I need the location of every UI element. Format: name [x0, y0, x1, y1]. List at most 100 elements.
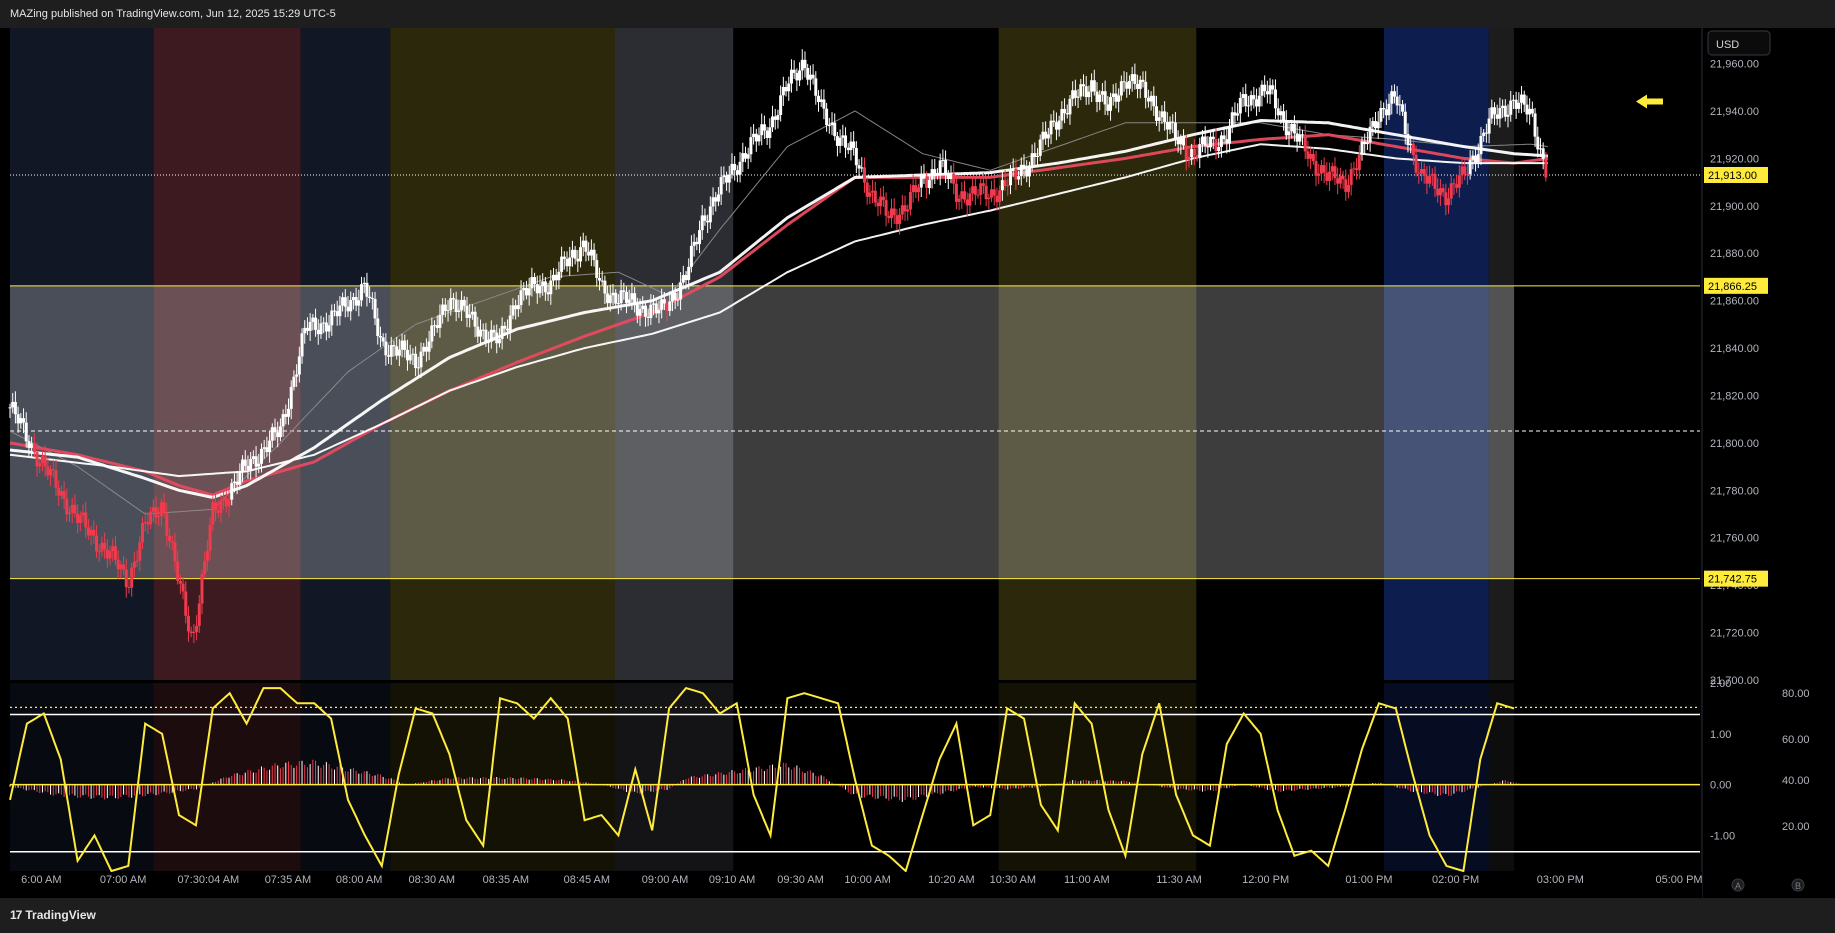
candle-body: [370, 297, 374, 299]
candle-body: [944, 159, 948, 175]
candle-body: [825, 108, 829, 126]
candle-body: [392, 345, 396, 347]
candle-body: [735, 170, 739, 175]
candle-body: [1063, 108, 1067, 114]
candle-body: [957, 198, 961, 202]
candle-body: [59, 491, 63, 496]
candle-body: [819, 99, 823, 103]
candle-body: [470, 311, 474, 315]
candle-body: [186, 615, 190, 632]
candle-body: [611, 292, 615, 296]
candle-body: [403, 340, 407, 350]
candle-body: [1409, 143, 1413, 146]
candle-body: [852, 141, 856, 148]
session-band-osc: [153, 683, 301, 871]
candle-body: [1109, 96, 1113, 111]
candle-body: [784, 86, 788, 92]
candle-body: [78, 515, 82, 524]
candle-body: [1476, 154, 1480, 163]
candle-body: [249, 458, 253, 470]
candle-body: [689, 245, 693, 267]
candle-body: [105, 549, 109, 559]
candle-body: [1165, 122, 1169, 130]
candle-body: [1368, 126, 1372, 143]
candle-body: [1241, 94, 1245, 98]
candle-body: [149, 511, 153, 525]
candle-body: [917, 187, 921, 193]
candle-body: [968, 193, 972, 206]
candle-body: [1498, 108, 1502, 119]
candle-body: [738, 161, 742, 175]
tradingview-logo[interactable]: 17 TradingView: [10, 908, 96, 922]
candle-body: [427, 341, 431, 352]
candle-body: [1027, 165, 1031, 177]
price-tick: 21,920.00: [1710, 153, 1759, 165]
candle-body: [254, 456, 258, 467]
candle-body: [319, 323, 323, 335]
candle-body: [1025, 169, 1029, 177]
current-price-label: 21,913.00: [1708, 170, 1757, 182]
candle-body: [314, 317, 318, 330]
candle-body: [1038, 139, 1042, 156]
candle-body: [1457, 175, 1461, 188]
candle-body: [411, 353, 415, 355]
candle-body: [670, 293, 674, 302]
candle-body: [289, 386, 293, 409]
candle-body: [803, 59, 807, 69]
candle-body: [1430, 173, 1434, 176]
candle-body: [62, 491, 66, 499]
candle-body: [1098, 94, 1102, 102]
candle-body: [1490, 107, 1494, 119]
candle-body: [1403, 111, 1407, 135]
candle-body: [127, 586, 131, 588]
candle-body: [579, 247, 583, 262]
candle-body: [1390, 91, 1394, 104]
candle-body: [1190, 148, 1194, 158]
candle-body: [140, 523, 144, 543]
osc-left-tick: 2.00: [1710, 678, 1731, 690]
candle-body: [1149, 95, 1153, 102]
candle-body: [122, 564, 126, 570]
candle-body: [892, 208, 896, 216]
candle-body: [1449, 183, 1453, 199]
candle-body: [816, 95, 820, 103]
candle-body: [908, 192, 912, 210]
candle-body: [349, 300, 353, 312]
candle-body: [108, 551, 112, 559]
candle-body: [941, 159, 945, 161]
candle-body: [381, 337, 385, 342]
candle-body: [535, 284, 539, 294]
candle-body: [27, 441, 31, 449]
price-chart[interactable]: USD 21,960.00 21,940.00 21,920.00 21,900.00 2…: [0, 28, 1835, 898]
candle-body: [1492, 107, 1496, 115]
candle-body: [654, 303, 658, 314]
candle-body: [1517, 102, 1521, 109]
candle-body: [743, 153, 747, 159]
candle-body: [589, 249, 593, 256]
osc-right-tick: 80.00: [1782, 688, 1810, 700]
candle-body: [19, 418, 23, 424]
candle-body: [1238, 97, 1242, 114]
candle-body: [251, 456, 255, 459]
candle-body: [343, 297, 347, 307]
time-tick: 6:00 AM: [21, 874, 61, 886]
candle-body: [1465, 173, 1469, 175]
osc-right-tick: 20.00: [1782, 821, 1810, 833]
candle-body: [1173, 122, 1177, 140]
candle-body: [1214, 139, 1218, 152]
candle-body: [1146, 97, 1150, 102]
candle-body: [1441, 188, 1445, 193]
candle-body: [154, 507, 158, 518]
candle-body: [373, 298, 377, 319]
candle-body: [1119, 81, 1123, 96]
candle-body: [1417, 172, 1421, 174]
candle-body: [616, 303, 620, 305]
candle-body: [1257, 95, 1261, 107]
candle-body: [203, 561, 207, 575]
candle-body: [51, 469, 55, 471]
time-tick: 03:00 PM: [1537, 874, 1584, 886]
price-tick: 21,880.00: [1710, 248, 1759, 260]
candle-body: [1136, 84, 1140, 89]
candle-body: [241, 459, 245, 472]
candle-body: [376, 318, 380, 337]
